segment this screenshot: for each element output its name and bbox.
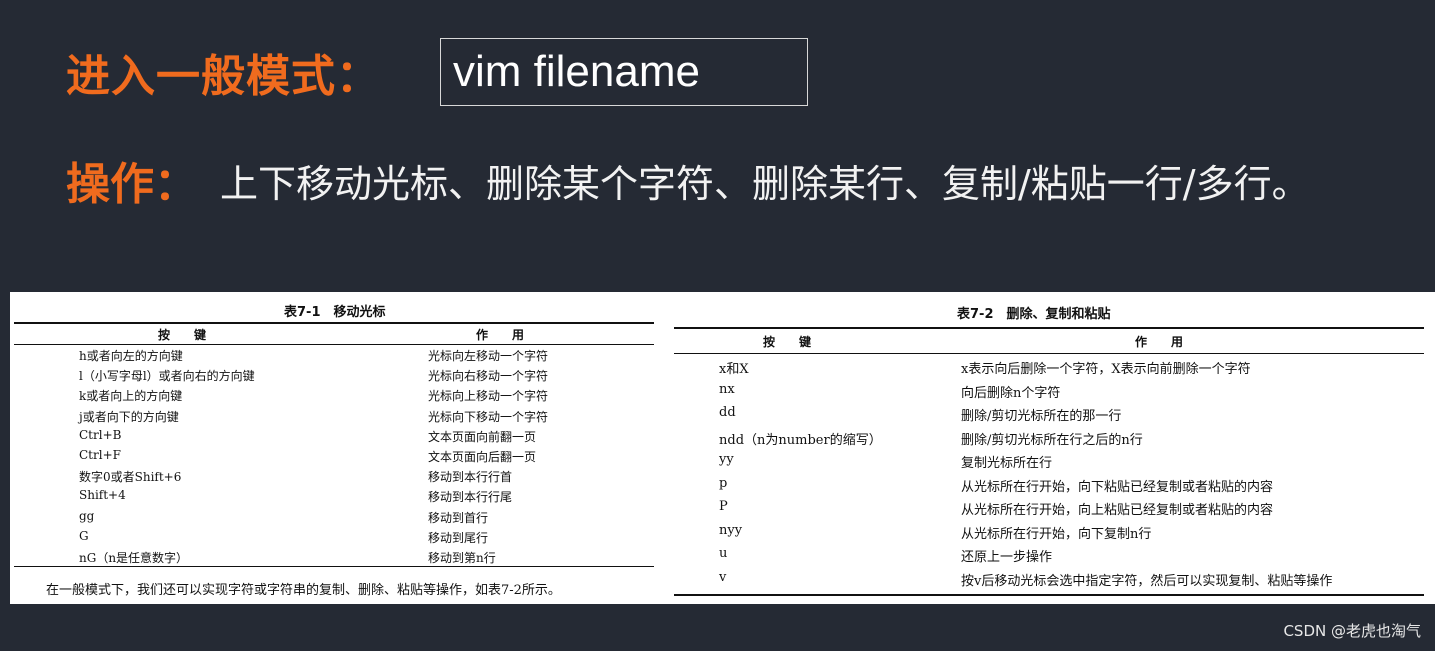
table-7-2-effect-cell: 复制光标所在行 — [961, 456, 1053, 471]
table-7-1-effect-cell: 文本页面向前翻一页 — [428, 429, 537, 444]
table-7-2-header-rule — [674, 353, 1424, 354]
table-7-1-effect-cell: 移动到首行 — [428, 510, 489, 525]
table-7-1-effect-cell: 光标向右移动一个字符 — [428, 369, 549, 384]
table-7-1-bottom-rule — [14, 566, 654, 567]
table-7-2-key-cell: yy — [719, 452, 734, 467]
enter-normal-mode-label: 进入一般模式： — [66, 51, 381, 102]
table-7-1-header-effect: 作 用 — [476, 328, 531, 342]
table-7-1-header-key: 按 键 — [158, 328, 213, 342]
table-7-2-effect-cell: 还原上一步操作 — [961, 550, 1053, 565]
table-7-2-effect-cell: 从光标所在行开始，向下复制n行 — [961, 526, 1152, 542]
table-7-2-caption: 表7-2 删除、复制和粘贴 — [957, 307, 1111, 322]
table-7-2-top-rule — [674, 327, 1424, 329]
table-7-2-header-effect: 作 用 — [1135, 335, 1190, 349]
table-7-2-key-cell: P — [719, 499, 728, 514]
table-7-1-key-cell: j或者向下的方向键 — [79, 409, 179, 424]
table-7-2-effect-cell: 删除/剪切光标所在的那一行 — [961, 409, 1122, 424]
table-7-1-effect-cell: 光标向左移动一个字符 — [428, 349, 549, 363]
table-7-2-key-cell: nx — [719, 381, 735, 397]
table-7-2-effect-cell: x表示向后删除一个字符，X表示向前删除一个字符 — [961, 362, 1251, 377]
slide-header: 进入一般模式： vim filename 操作： 上下移动光标、删除某个字符、删… — [0, 0, 1435, 290]
table-7-2-key-cell: nyy — [719, 522, 743, 538]
table-7-1-effect-cell: 移动到第n行 — [428, 551, 496, 565]
table-7-1-effect-cell: 光标向上移动一个字符 — [428, 389, 549, 404]
table-7-2-key-cell: dd — [719, 405, 736, 420]
table-7-1-key-cell: k或者向上的方向键 — [79, 389, 183, 404]
command-box: vim filename — [440, 38, 808, 106]
operations-row: 操作： 上下移动光标、删除某个字符、删除某行、复制/粘贴一行/多行。 — [66, 148, 1310, 212]
table-7-2-panel: 表7-2 删除、复制和粘贴 按 键 作 用 x和X x表示向后删除一个字符，X表示… — [665, 292, 1435, 604]
table-7-1-key-cell: nG（n是任意数字） — [79, 551, 189, 565]
table-7-1-key-cell: h或者向左的方向键 — [79, 349, 183, 363]
table-7-2-key-cell: v — [719, 569, 727, 585]
table-7-2-key-cell: x和X — [719, 362, 749, 377]
table-7-1-effect-cell: 移动到尾行 — [428, 530, 489, 545]
table-7-1-effect-cell: 文本页面向后翻一页 — [428, 450, 537, 464]
table-7-1-key-cell: Shift+4 — [79, 488, 126, 503]
table-7-1-key-cell: Ctrl+F — [79, 448, 121, 462]
table-7-2-bottom-rule — [674, 594, 1424, 596]
operations-label: 操作： — [66, 159, 198, 210]
table-7-1-caption: 表7-1 移动光标 — [284, 305, 386, 320]
table-7-2-key-cell: ndd（n为number的缩写） — [719, 432, 882, 448]
table-7-1-key-cell: 数字0或者Shift+6 — [79, 470, 182, 485]
table-7-2-effect-cell: 从光标所在行开始，向上粘贴已经复制或者粘贴的内容 — [961, 503, 1274, 518]
table-7-2-key-cell: p — [719, 475, 728, 491]
table-7-2-key-cell: u — [719, 546, 728, 561]
table-7-1-effect-cell: 光标向下移动一个字符 — [428, 409, 549, 424]
table-7-2-effect-cell: 从光标所在行开始，向下粘贴已经复制或者粘贴的内容 — [961, 479, 1274, 495]
table-7-2-effect-cell: 按v后移动光标会选中指定字符，然后可以实现复制、粘贴等操作 — [961, 573, 1333, 589]
table-7-1-key-cell: Ctrl+B — [79, 427, 122, 442]
table-7-1-key-cell: G — [79, 528, 89, 543]
table-7-1-footnote: 在一般模式下，我们还可以实现字符或字符串的复制、删除、粘贴等操作，如表7-2所示… — [46, 583, 561, 598]
table-7-1-key-cell: l（小写字母l）或者向右的方向键 — [79, 369, 255, 384]
table-7-1-panel: 表7-1 移动光标 按 键 作 用 h或者向左的方向键 光标向左移动一个字符 l（小… — [10, 292, 665, 604]
operations-text: 上下移动光标、删除某个字符、删除某行、复制/粘贴一行/多行。 — [220, 161, 1310, 206]
table-7-2-header-key: 按 键 — [763, 335, 818, 349]
csdn-credit: CSDN @老虎也淘气 — [1283, 622, 1421, 640]
table-7-1-key-cell: gg — [79, 508, 95, 523]
table-7-1-top-rule — [14, 322, 654, 324]
table-7-2-effect-cell: 删除/剪切光标所在行之后的n行 — [961, 432, 1143, 448]
title-row: 进入一般模式： — [66, 36, 381, 108]
table-7-2-effect-cell: 向后删除n个字符 — [961, 385, 1061, 401]
table-7-1-effect-cell: 移动到本行行首 — [428, 470, 513, 485]
table-7-1-effect-cell: 移动到本行行尾 — [428, 490, 513, 505]
table-7-1-header-rule — [14, 344, 654, 345]
